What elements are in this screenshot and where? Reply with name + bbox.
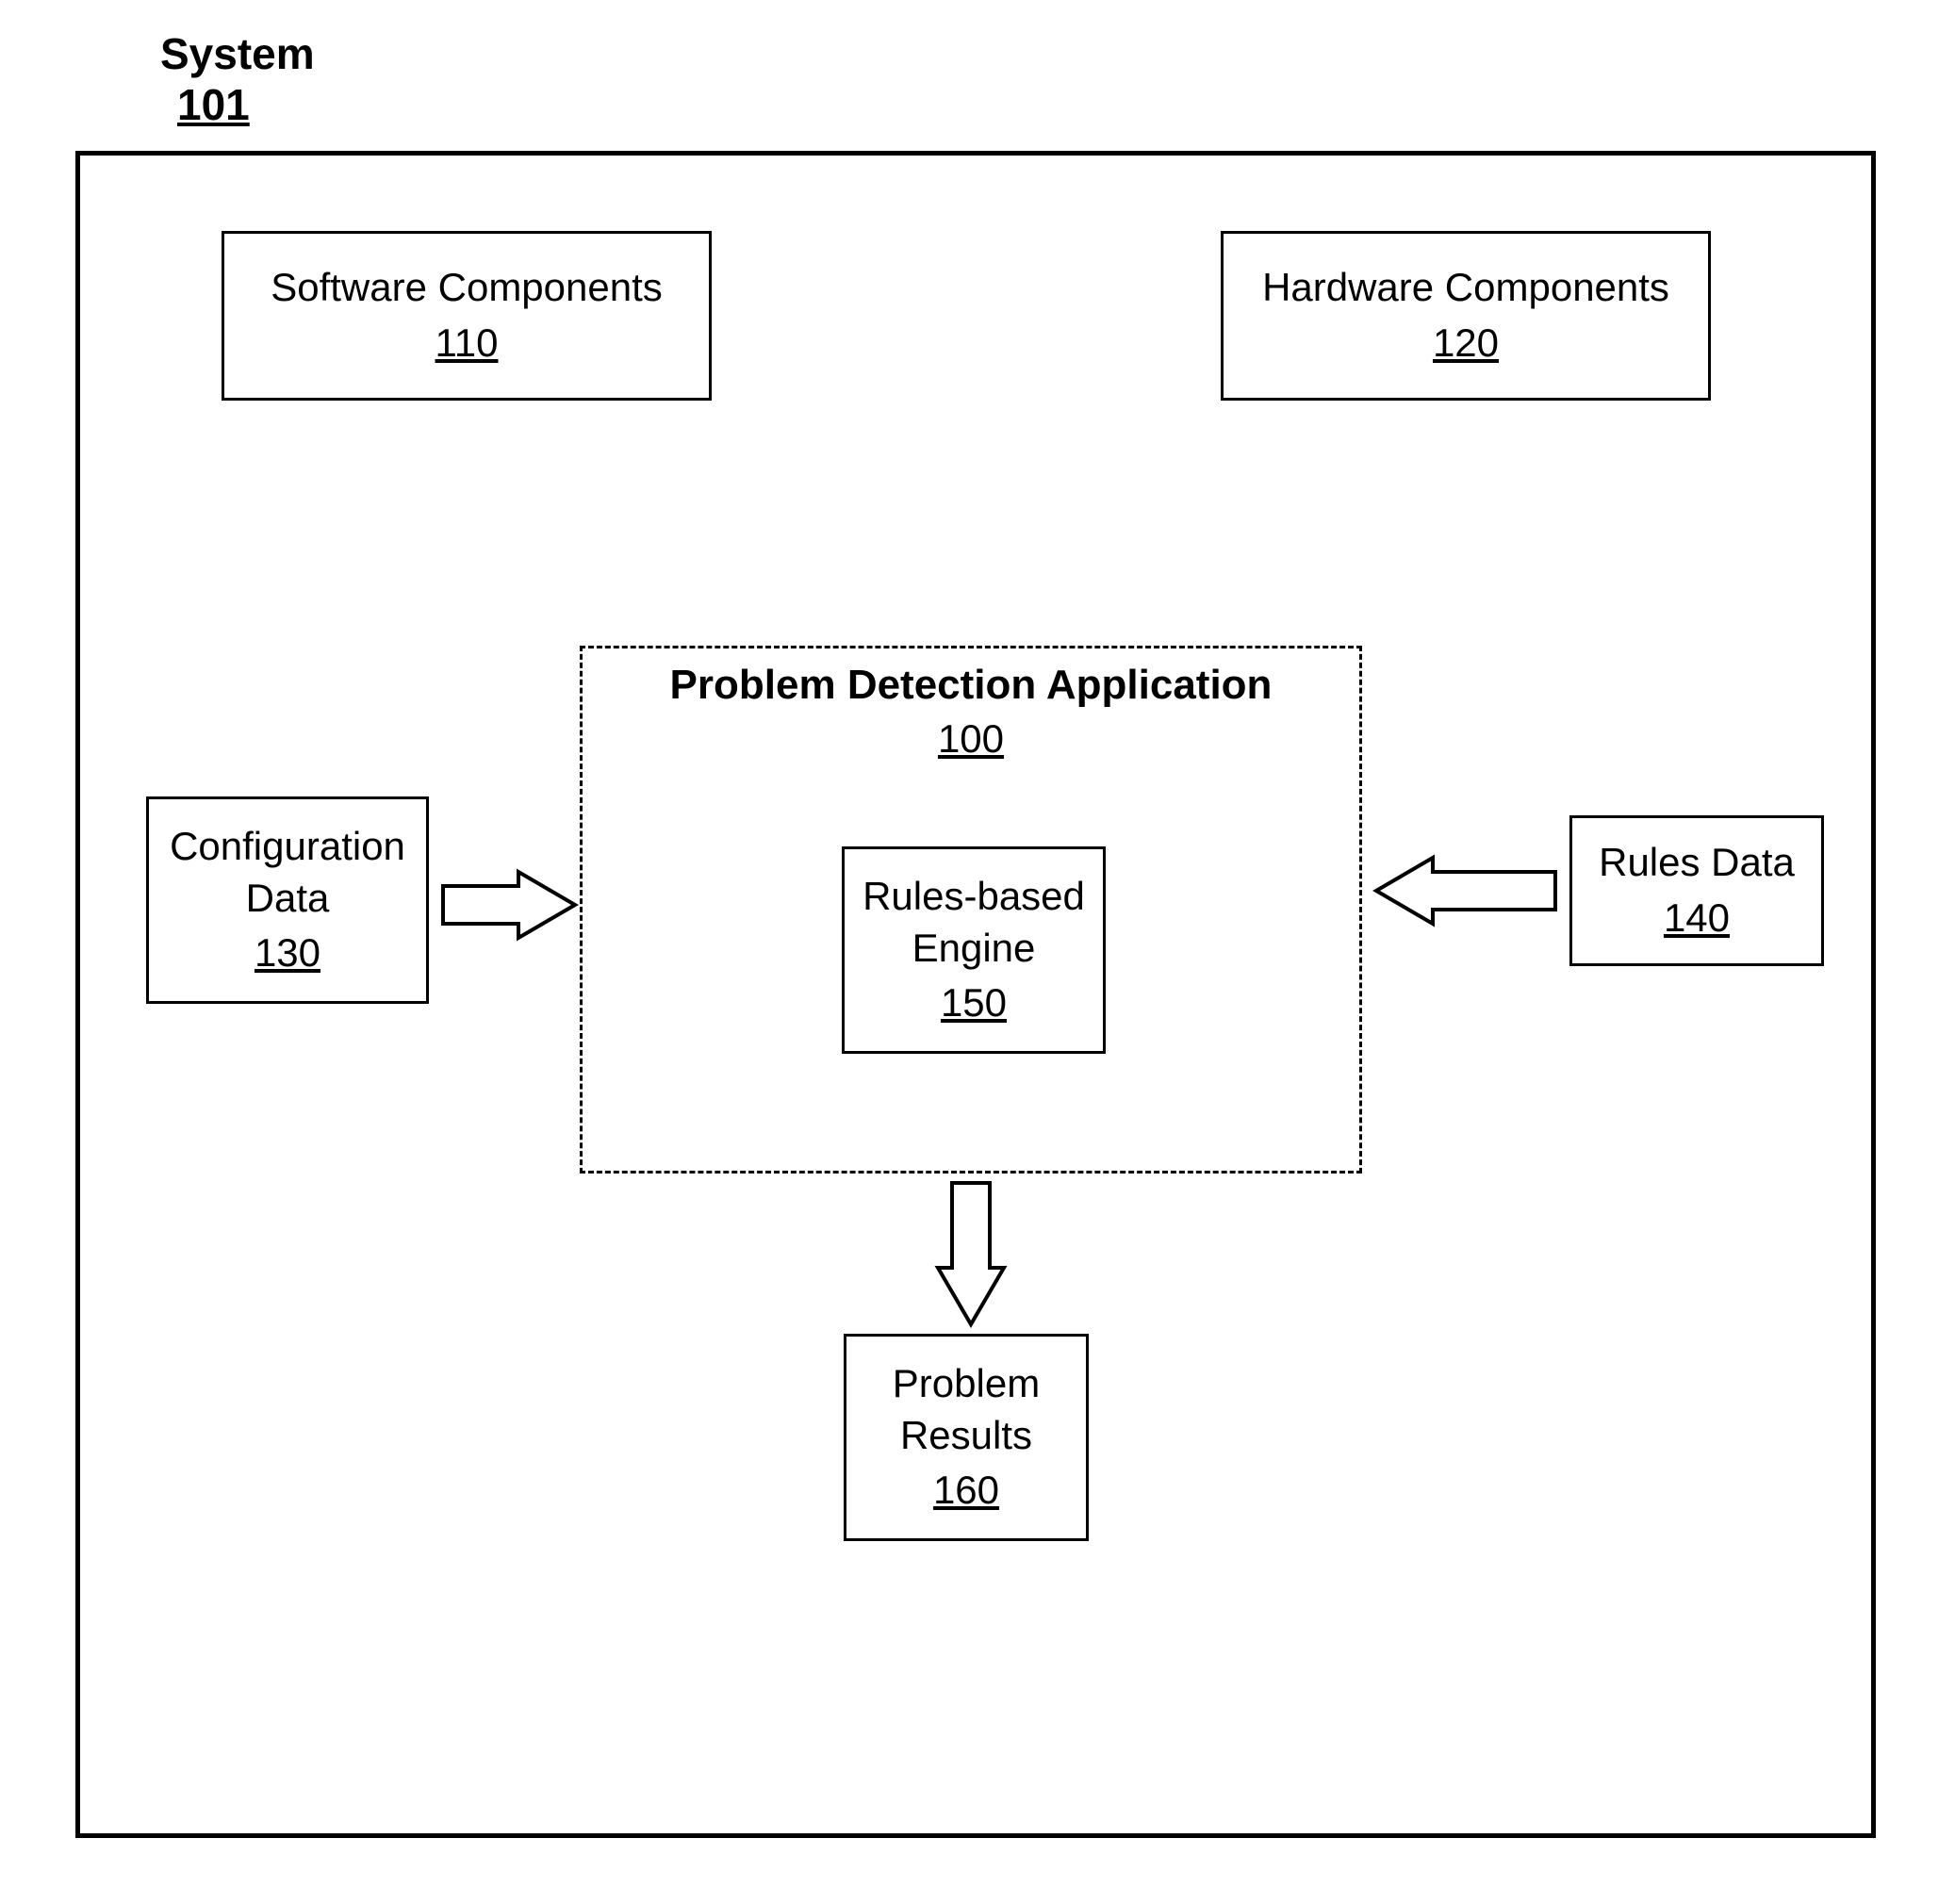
system-label: System [160, 28, 315, 79]
rules-data-label: Rules Data [1599, 837, 1795, 889]
problem-results-box: Problem Results 160 [844, 1334, 1089, 1541]
rules-engine-box: Rules-based Engine 150 [842, 846, 1106, 1054]
arrow-app-to-results [933, 1178, 1009, 1329]
configuration-data-label2: Data [246, 873, 330, 925]
arrow-config-to-app [438, 867, 580, 943]
hardware-components-label: Hardware Components [1262, 262, 1669, 314]
diagram-container: System 101 Software Components 110 Hardw… [75, 28, 1876, 1857]
configuration-data-number: 130 [255, 927, 320, 979]
problem-results-label1: Problem [893, 1358, 1040, 1410]
problem-detection-app-number: 100 [583, 716, 1359, 762]
rules-engine-label1: Rules-based [862, 871, 1085, 923]
rules-data-number: 140 [1664, 893, 1730, 944]
arrow-rules-to-app [1372, 853, 1560, 928]
software-components-box: Software Components 110 [222, 231, 712, 401]
hardware-components-box: Hardware Components 120 [1221, 231, 1711, 401]
problem-detection-app-label: Problem Detection Application [583, 662, 1359, 709]
rules-engine-number: 150 [941, 977, 1007, 1029]
configuration-data-label1: Configuration [170, 821, 405, 873]
problem-results-number: 160 [933, 1465, 999, 1517]
system-outer-box: Software Components 110 Hardware Compone… [75, 151, 1876, 1838]
hardware-components-number: 120 [1433, 318, 1499, 369]
software-components-label: Software Components [271, 262, 663, 314]
problem-detection-app-box: Problem Detection Application 100 Rules-… [580, 646, 1362, 1174]
problem-results-label2: Results [900, 1410, 1032, 1462]
system-number: 101 [177, 79, 250, 130]
software-components-number: 110 [435, 318, 499, 369]
configuration-data-box: Configuration Data 130 [146, 796, 429, 1004]
rules-engine-label2: Engine [912, 923, 1036, 975]
rules-data-box: Rules Data 140 [1569, 815, 1824, 966]
